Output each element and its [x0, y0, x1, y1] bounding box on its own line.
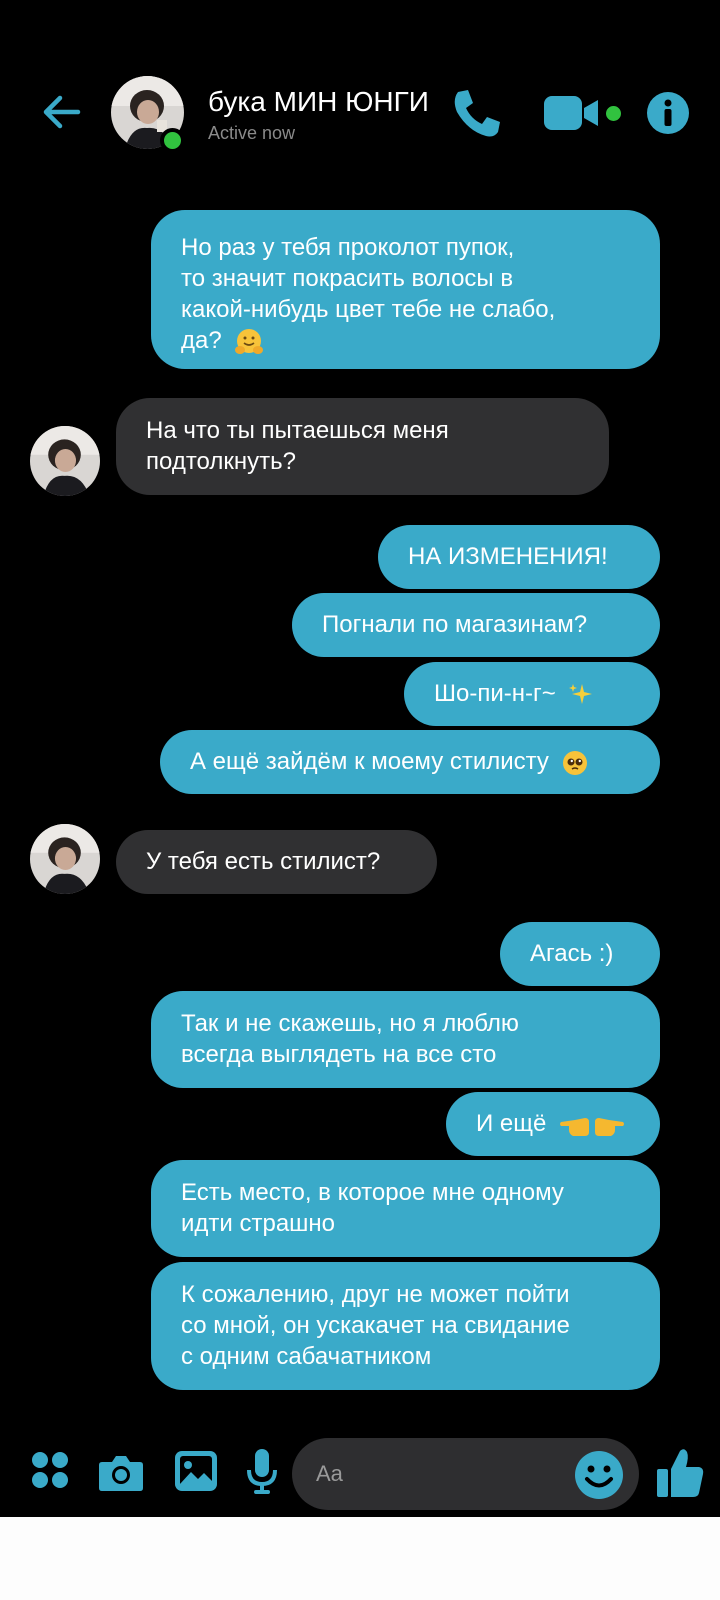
message-bubble-outgoing[interactable]: НА ИЗМЕНЕНИЯ! — [378, 525, 660, 589]
message-text: Погнали по магазинам? — [322, 611, 588, 638]
contact-name[interactable]: бука МИН ЮНГИ — [208, 86, 429, 118]
message-bubble-outgoing[interactable]: Так и не скажешь, но я люблю всегда выгл… — [151, 991, 660, 1088]
message-bubble-outgoing[interactable]: А ещё зайдём к моему стилисту — [160, 730, 660, 794]
message-text: НА ИЗМЕНЕНИЯ! — [408, 543, 608, 570]
back-arrow-icon[interactable] — [38, 88, 86, 136]
info-icon[interactable] — [646, 91, 690, 135]
message-bubble-outgoing[interactable]: Агась :) — [500, 922, 660, 986]
camera-icon[interactable] — [98, 1452, 144, 1492]
thumbs-up-icon[interactable] — [656, 1447, 704, 1499]
chat-header: бука МИН ЮНГИ Active now — [0, 0, 720, 178]
online-indicator — [160, 128, 185, 153]
video-call-icon[interactable] — [544, 94, 606, 132]
message-text: Агась :) — [530, 940, 614, 967]
message-text: И ещё — [476, 1110, 547, 1137]
chat-screen: бука МИН ЮНГИ Active now Но раз у тебя п… — [0, 0, 720, 1517]
hugging-face-emoji-icon — [235, 328, 264, 354]
phone-call-icon[interactable] — [448, 86, 504, 142]
message-bubble-outgoing[interactable]: Есть место, в которое мне одному идти ст… — [151, 1160, 660, 1257]
message-bubble-outgoing[interactable]: Но раз у тебя проколот пупок, то значит … — [151, 210, 660, 369]
microphone-icon[interactable] — [246, 1448, 278, 1494]
message-text: У тебя есть стилист? — [146, 848, 381, 875]
sender-avatar[interactable] — [30, 824, 100, 894]
message-text: На что ты пытаешься меня подтолкнуть? — [146, 417, 449, 475]
message-bubble-outgoing[interactable]: И ещё — [446, 1092, 660, 1156]
message-bubble-outgoing[interactable]: Шо-пи-н-г~ — [404, 662, 660, 726]
pointing-fingers-emoji-icon — [560, 1117, 625, 1136]
gallery-icon[interactable] — [174, 1450, 218, 1492]
message-bubble-incoming[interactable]: У тебя есть стилист? — [116, 830, 437, 894]
video-online-indicator — [606, 106, 621, 121]
sender-avatar[interactable] — [30, 426, 100, 496]
message-input-placeholder: Aa — [316, 1461, 343, 1486]
message-text: А ещё зайдём к моему стилисту — [190, 748, 549, 775]
apps-icon[interactable] — [30, 1450, 70, 1490]
message-text: К сожалению, друг не может пойти со мной… — [181, 1281, 570, 1370]
message-bubble-incoming[interactable]: На что ты пытаешься меня подтолкнуть? — [116, 398, 609, 495]
message-text: Так и не скажешь, но я люблю всегда выгл… — [181, 1010, 519, 1068]
message-text: Шо-пи-н-г~ — [434, 680, 556, 707]
sparkles-emoji-icon — [569, 683, 593, 704]
presence-status: Active now — [208, 123, 296, 143]
emoji-icon[interactable] — [574, 1450, 624, 1500]
system-navigation-area — [0, 1517, 720, 1600]
pleading-face-emoji-icon — [562, 750, 587, 775]
message-text: Есть место, в которое мне одному идти ст… — [181, 1179, 564, 1237]
message-bubble-outgoing[interactable]: Погнали по магазинам? — [292, 593, 660, 657]
message-bubble-outgoing[interactable]: К сожалению, друг не может пойти со мной… — [151, 1262, 660, 1390]
